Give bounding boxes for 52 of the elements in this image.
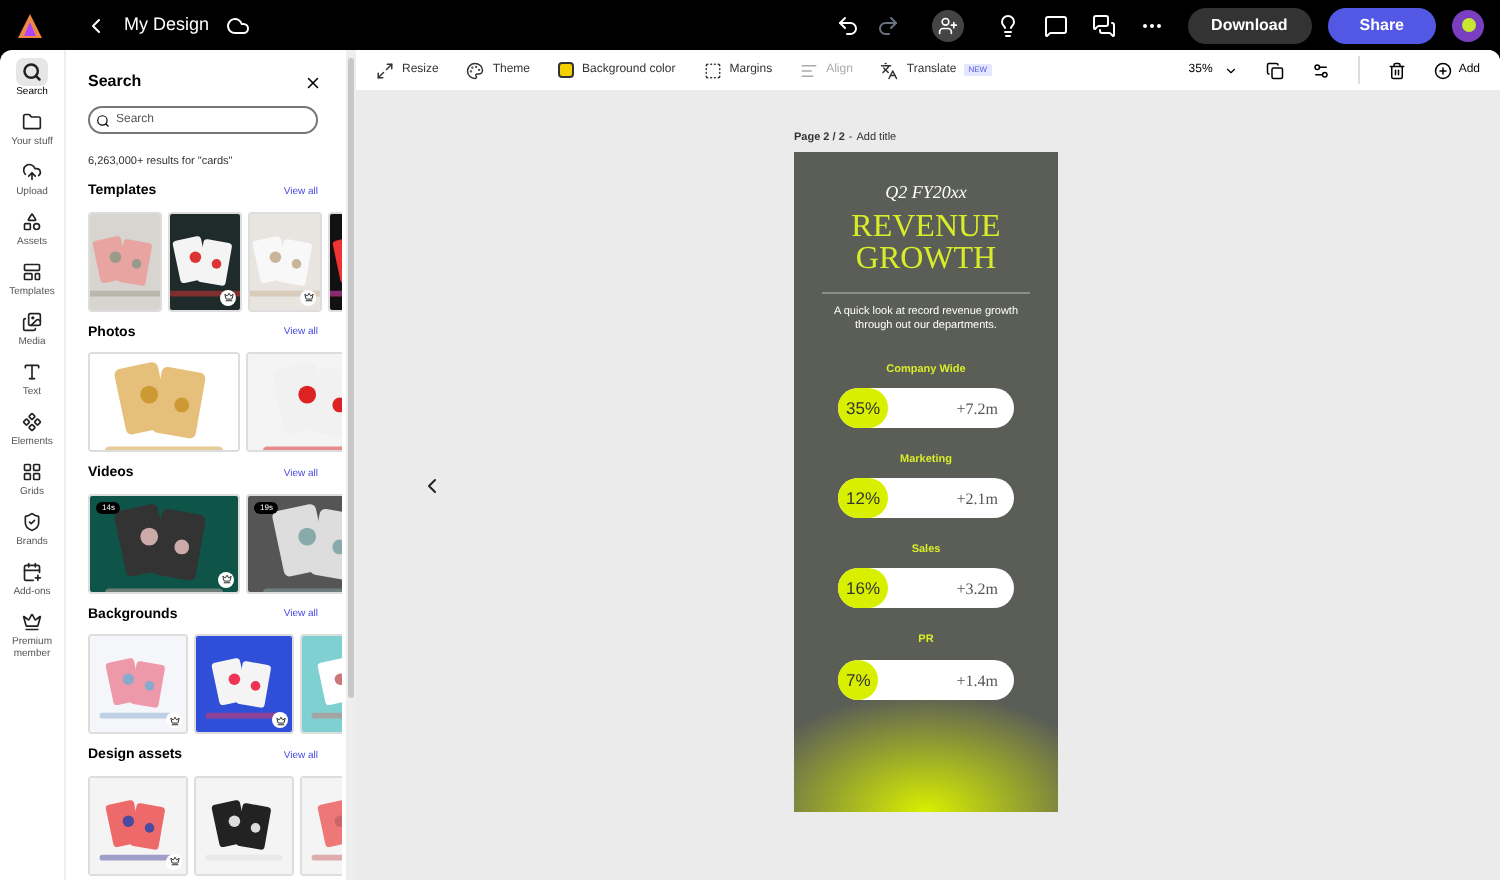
lightbulb-icon[interactable] <box>995 13 1020 37</box>
calendar-icon <box>22 562 42 582</box>
resize-icon <box>376 61 394 79</box>
close-icon[interactable] <box>304 73 322 91</box>
template-icon <box>22 262 42 282</box>
shapes-icon <box>22 212 42 232</box>
shield-icon <box>22 512 42 532</box>
plus-icon <box>1434 61 1453 79</box>
amount-text: +7.2m <box>956 397 998 422</box>
amount-text: +2.1m <box>956 488 998 512</box>
images-icon <box>22 312 42 332</box>
align-icon <box>800 61 819 79</box>
sliders-icon[interactable] <box>1312 61 1331 79</box>
elements-icon <box>22 412 42 432</box>
redo-icon[interactable] <box>875 13 900 37</box>
translate-icon <box>880 61 899 79</box>
search-icon <box>96 113 110 127</box>
headline: REVENUE GROWTH <box>849 211 1003 275</box>
avatar[interactable] <box>1452 9 1484 41</box>
thumbnail[interactable] <box>194 634 294 735</box>
theme-icon <box>466 61 485 79</box>
amount-text: +3.2m <box>956 578 998 603</box>
undo-icon[interactable] <box>835 13 860 37</box>
folder-icon <box>22 112 42 132</box>
thumbnail[interactable] <box>248 211 322 312</box>
user-plus-icon <box>937 15 958 35</box>
scrollbar-thumb[interactable] <box>348 58 354 698</box>
thumbnail[interactable] <box>194 775 294 876</box>
amount-text: +1.4m <box>956 669 998 693</box>
chat-icon[interactable] <box>1091 13 1116 37</box>
crown-icon <box>22 612 42 632</box>
document-title[interactable]: My Design <box>124 11 210 39</box>
download-button[interactable]: Download <box>1187 7 1312 43</box>
comment-icon[interactable] <box>1043 13 1068 37</box>
invite-button[interactable] <box>931 9 964 41</box>
kicker-text: Q2 FY20xx <box>885 180 967 206</box>
thumbnail[interactable] <box>88 775 188 876</box>
caret-icon <box>1224 63 1239 77</box>
logo-icon <box>16 11 44 39</box>
cloud-icon <box>225 13 250 37</box>
thumbnail[interactable] <box>168 211 242 312</box>
copy-icon[interactable] <box>1266 61 1285 79</box>
thumbnail[interactable] <box>88 211 162 312</box>
text-icon <box>22 362 42 382</box>
share-button[interactable]: Share <box>1327 7 1436 43</box>
margins-icon <box>703 61 722 79</box>
thumbnail[interactable] <box>88 634 188 735</box>
upload-icon <box>22 162 42 182</box>
grid-icon <box>22 462 42 482</box>
panel-title: Search <box>88 70 142 94</box>
trash-icon[interactable] <box>1388 61 1407 79</box>
search-icon <box>22 62 42 82</box>
